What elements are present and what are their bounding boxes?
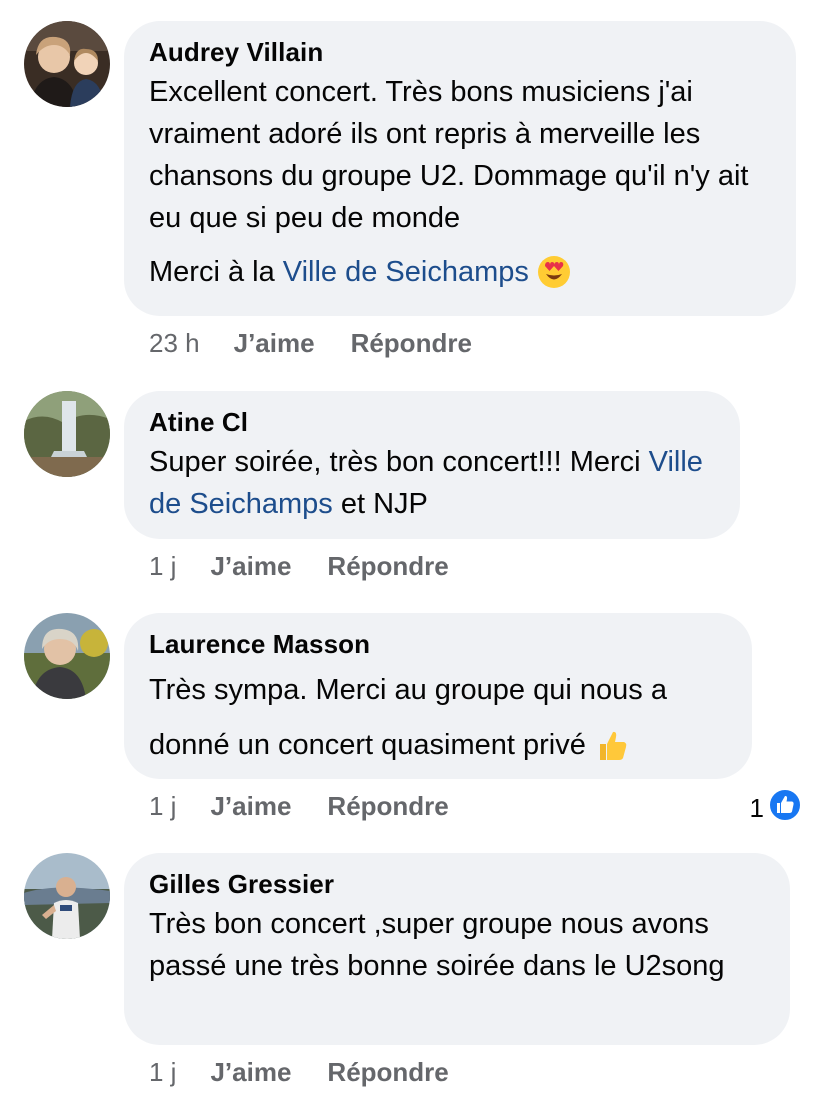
reply-button[interactable]: Répondre bbox=[327, 551, 448, 582]
like-reaction-icon bbox=[768, 788, 802, 829]
comment-text: Très sympa. Merci au groupe qui nous a d… bbox=[149, 663, 726, 781]
comment-author[interactable]: Laurence Masson bbox=[149, 629, 726, 659]
comment-text-prefix: Merci à la bbox=[149, 256, 283, 288]
like-button[interactable]: J’aime bbox=[210, 1057, 291, 1088]
comment-time[interactable]: 1 j bbox=[149, 1057, 176, 1088]
comment-author[interactable]: Gilles Gressier bbox=[149, 869, 764, 899]
thumbs-up-emoji-icon bbox=[594, 726, 628, 781]
comment-bubble: Audrey Villain Excellent concert. Très b… bbox=[124, 21, 796, 316]
comment-actions: 1 j J’aime Répondre bbox=[149, 1057, 449, 1088]
comment-actions: 1 j J’aime Répondre bbox=[149, 551, 449, 582]
comment-author[interactable]: Atine Cl bbox=[149, 407, 714, 437]
comment-time[interactable]: 23 h bbox=[149, 328, 200, 359]
comment-time[interactable]: 1 j bbox=[149, 551, 176, 582]
comment-text: Super soirée, très bon concert!!! Merci … bbox=[149, 441, 714, 525]
like-button[interactable]: J’aime bbox=[210, 791, 291, 822]
mention-link[interactable]: Ville de Seichamps bbox=[283, 256, 529, 288]
reaction-count: 1 bbox=[749, 793, 764, 823]
comment-bubble: Laurence Masson Très sympa. Merci au gro… bbox=[124, 613, 752, 779]
comment-actions: 1 j J’aime Répondre bbox=[149, 791, 449, 822]
comment-bubble: Atine Cl Super soirée, très bon concert!… bbox=[124, 391, 740, 539]
avatar[interactable] bbox=[24, 21, 110, 107]
reply-button[interactable]: Répondre bbox=[351, 328, 472, 359]
comment-text-prefix: Super soirée, très bon concert!!! Merci bbox=[149, 446, 649, 478]
reply-button[interactable]: Répondre bbox=[327, 1057, 448, 1088]
comment-text-2: Merci à la Ville de Seichamps bbox=[149, 251, 770, 301]
reaction-summary[interactable]: 1 bbox=[750, 788, 802, 829]
avatar[interactable] bbox=[24, 853, 110, 939]
comment-actions: 23 h J’aime Répondre bbox=[149, 328, 472, 359]
comment-text-body: Très sympa. Merci au groupe qui nous a d… bbox=[149, 674, 667, 761]
heart-eyes-emoji-icon bbox=[537, 255, 571, 301]
like-button[interactable]: J’aime bbox=[234, 328, 315, 359]
like-button[interactable]: J’aime bbox=[210, 551, 291, 582]
comment-time[interactable]: 1 j bbox=[149, 791, 176, 822]
comment-text-suffix: et NJP bbox=[332, 488, 428, 520]
avatar[interactable] bbox=[24, 613, 110, 699]
reply-button[interactable]: Répondre bbox=[327, 791, 448, 822]
comment-text: Excellent concert. Très bons musiciens j… bbox=[149, 76, 749, 234]
avatar[interactable] bbox=[24, 391, 110, 477]
comment-text: Très bon concert ,super groupe nous avon… bbox=[149, 908, 725, 982]
comment-bubble: Gilles Gressier Très bon concert ,super … bbox=[124, 853, 790, 1045]
comment-author[interactable]: Audrey Villain bbox=[149, 37, 770, 67]
